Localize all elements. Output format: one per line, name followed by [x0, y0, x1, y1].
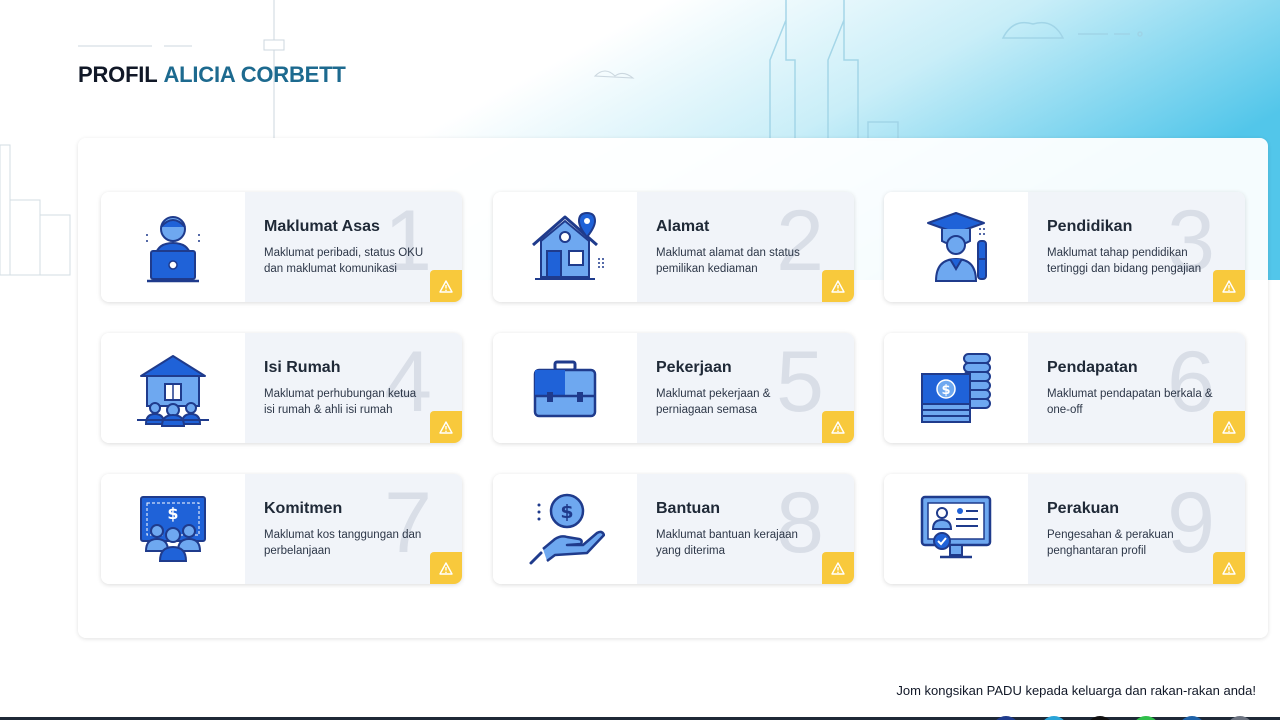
hand-coin-icon: $: [529, 493, 605, 565]
card-title: Isi Rumah: [264, 359, 341, 376]
card-description: Maklumat tahap pendidikan tertinggi dan …: [1047, 247, 1202, 275]
card-komitmen[interactable]: $ 7 Komitmen Maklumat kos tanggungan dan…: [101, 474, 462, 584]
card-title: Pendidikan: [1047, 218, 1133, 235]
card-title: Perakuan: [1047, 500, 1120, 517]
card-title: Komitmen: [264, 500, 343, 517]
card-description: Pengesahan & perakuan penghantaran profi…: [1047, 529, 1174, 557]
share-text: Jom kongsikan PADU kepada keluarga dan r…: [896, 683, 1256, 698]
page-title: PROFIL ALICIA CORBETT: [78, 62, 346, 88]
card-isi-rumah[interactable]: 4 Isi Rumah Maklumat perhubungan ketua i…: [101, 333, 462, 443]
card-description: Maklumat perhubungan ketua isi rumah & a…: [264, 388, 417, 416]
person-laptop-icon: [146, 216, 200, 283]
family-money-icon: $: [140, 496, 206, 562]
page-title-prefix: PROFIL: [78, 62, 158, 87]
card-perakuan[interactable]: 9 Perakuan Pengesahan & perakuan penghan…: [884, 474, 1245, 584]
graduate-icon: [927, 212, 987, 282]
card-pekerjaan[interactable]: 5 Pekerjaan Maklumat pekerjaan & perniag…: [493, 333, 854, 443]
card-description: Maklumat alamat dan status pemilikan ked…: [656, 247, 800, 275]
warning-icon: [1213, 411, 1245, 443]
svg-text:$: $: [560, 501, 573, 523]
card-description: Maklumat pendapatan berkala & one-off: [1047, 388, 1213, 416]
card-title: Alamat: [656, 218, 710, 235]
card-description: Maklumat kos tanggungan dan perbelanjaan: [264, 529, 422, 557]
briefcase-icon: [533, 360, 597, 418]
card-maklumat-asas[interactable]: 1 Maklumat Asas Maklumat peribadi, statu…: [101, 192, 462, 302]
card-description: Maklumat peribadi, status OKU dan maklum…: [264, 247, 424, 275]
warning-icon: [430, 552, 462, 584]
card-bantuan[interactable]: $ 8 Bantuan Maklumat bantuan kerajaan ya…: [493, 474, 854, 584]
warning-icon: [1213, 270, 1245, 302]
card-title: Pendapatan: [1047, 359, 1138, 376]
verified-profile-icon: [920, 495, 992, 559]
household-icon: [137, 355, 209, 427]
card-title: Maklumat Asas: [264, 218, 380, 235]
card-title: Bantuan: [656, 500, 720, 517]
money-stack-icon: $: [921, 353, 991, 423]
card-description: Maklumat pekerjaan & perniagaan semasa: [656, 388, 771, 416]
warning-icon: [430, 411, 462, 443]
card-title: Pekerjaan: [656, 359, 732, 376]
warning-icon: [822, 411, 854, 443]
svg-text:$: $: [167, 504, 178, 523]
card-alamat[interactable]: 2 Alamat Maklumat alamat dan status pemi…: [493, 192, 854, 302]
warning-icon: [822, 270, 854, 302]
card-pendidikan[interactable]: 3 Pendidikan Maklumat tahap pendidikan t…: [884, 192, 1245, 302]
warning-icon: [822, 552, 854, 584]
profile-panel: 1 Maklumat Asas Maklumat peribadi, statu…: [78, 138, 1268, 638]
card-description: Maklumat bantuan kerajaan yang diterima: [656, 529, 798, 557]
svg-text:$: $: [941, 383, 950, 398]
profile-name: ALICIA CORBETT: [163, 62, 346, 87]
card-pendapatan[interactable]: $ 6 Pendapatan Maklumat pendapatan berka…: [884, 333, 1245, 443]
warning-icon: [1213, 552, 1245, 584]
warning-icon: [430, 270, 462, 302]
house-location-icon: [532, 211, 604, 280]
